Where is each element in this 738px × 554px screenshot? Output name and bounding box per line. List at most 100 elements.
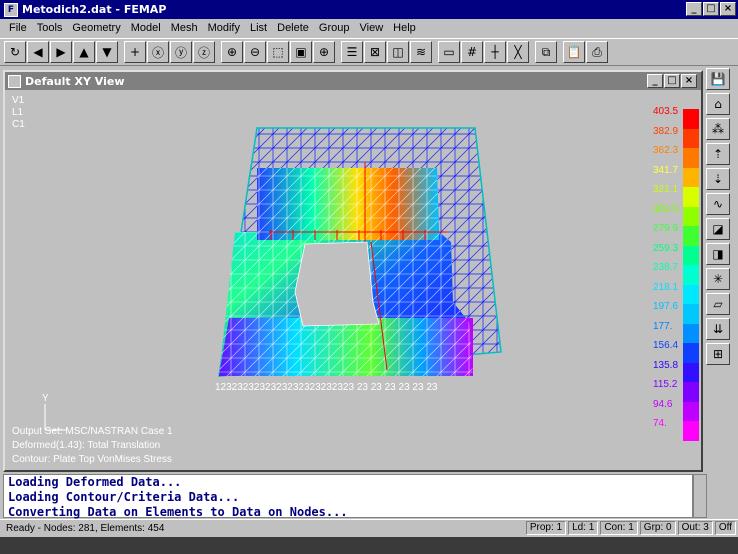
menu-view[interactable]: View — [355, 22, 389, 34]
mesh-icon[interactable]: ⁂ — [706, 118, 730, 140]
status-con[interactable]: Con: 1 — [600, 521, 638, 535]
box3d-icon[interactable]: ◨ — [706, 243, 730, 265]
legend-value: 362.3 — [653, 145, 679, 156]
hole-cutout — [294, 241, 380, 327]
view-window-controls: _ □ × — [646, 74, 697, 88]
status-load[interactable]: Ld: 1 — [568, 521, 599, 535]
cross-icon[interactable]: ┼ — [484, 41, 506, 63]
menu-modify[interactable]: Modify — [203, 22, 245, 34]
info-contour: Contour: Plate Top VonMises Stress — [12, 454, 172, 465]
status-off[interactable]: Off — [714, 521, 736, 535]
legend-swatch — [683, 167, 699, 187]
main-toolbar: ↻ ◀ ▶ ▲ ▼ + ⓧ ⓨ ⓩ ⊕ ⊖ ⬚ ▣ ⊕ ☰ ⊠ ◫ ≋ ▭ # … — [0, 38, 738, 66]
copy-icon[interactable]: ⧉ — [535, 41, 557, 63]
merge-icon[interactable]: ⇊ — [706, 318, 730, 340]
menu-group[interactable]: Group — [314, 22, 355, 34]
femap-icon[interactable]: F — [4, 2, 18, 17]
legend-swatch — [683, 265, 699, 285]
list-icon[interactable]: ☰ — [341, 41, 363, 63]
legend-value: 177. — [653, 320, 673, 332]
menu-file[interactable]: File — [4, 22, 32, 34]
view-close-button[interactable]: × — [681, 74, 697, 88]
menu-mesh[interactable]: Mesh — [166, 22, 203, 34]
grid-box-icon[interactable]: ⊠ — [364, 41, 386, 63]
status-out[interactable]: Out: 3 — [677, 521, 713, 535]
plane-icon[interactable]: ⏥ — [706, 293, 730, 315]
solid-icon[interactable]: ◪ — [706, 218, 730, 240]
x-icon[interactable]: ╳ — [507, 41, 529, 63]
info-deformed: Deformed(1.43): Total Translation — [12, 440, 161, 451]
legend-swatch — [683, 401, 699, 421]
print-icon[interactable]: ⎙ — [586, 41, 608, 63]
view-window-title-bar: Default XY View _ □ × — [5, 72, 701, 90]
view-icon[interactable] — [8, 74, 21, 88]
layers-icon[interactable]: ≋ — [410, 41, 432, 63]
arrow-left-icon[interactable]: ◀ — [27, 41, 49, 63]
fit-icon[interactable]: ▣ — [290, 41, 312, 63]
legend-value: 403.5 — [653, 106, 679, 117]
minimize-button[interactable]: _ — [686, 2, 702, 16]
legend-swatch — [683, 362, 699, 382]
rotate-y-icon[interactable]: ⓨ — [170, 41, 192, 63]
menu-model[interactable]: Model — [126, 22, 166, 34]
menu-tools[interactable]: Tools — [32, 22, 68, 34]
graphics-viewport[interactable]: V1 L1 C1 Y 1232323232323232323232323 23 … — [7, 92, 701, 470]
clipboard-icon[interactable]: 📋 — [563, 41, 585, 63]
legend-value: 382.9 — [653, 125, 679, 137]
femap-app: F Metodich2.dat - FEMAP _ □ × File Tools… — [0, 0, 738, 554]
view-window: Default XY View _ □ × V1 L1 C1 Y 1232323… — [3, 70, 703, 472]
explode-icon[interactable]: ✳ — [706, 268, 730, 290]
grid-icon[interactable]: # — [461, 41, 483, 63]
y-axis-label: Y — [42, 393, 49, 404]
legend-swatch — [683, 284, 699, 304]
right-toolbar: 💾 ⌂ ⁂ ⇡ ⇣ ∿ ◪ ◨ ✳ ⏥ ⇊ ⊞ — [706, 68, 734, 368]
rotate-x-icon[interactable]: ⓧ — [147, 41, 169, 63]
view-minimize-button[interactable]: _ — [647, 74, 663, 88]
legend-value: 341.7 — [653, 164, 679, 176]
legend-value: 321.1 — [653, 184, 679, 195]
legend-value: 156.4 — [653, 340, 679, 351]
zoom-in-icon[interactable]: ⊕ — [221, 41, 243, 63]
arrow-down-icon[interactable]: ▼ — [96, 41, 118, 63]
legend-value: 115.2 — [653, 379, 678, 390]
rotate-z-icon[interactable]: ⓩ — [193, 41, 215, 63]
legend-value: 238.7 — [653, 262, 679, 273]
zoom-out-icon[interactable]: ⊖ — [244, 41, 266, 63]
view-window-title: Default XY View — [25, 74, 125, 88]
save-icon[interactable]: 💾 — [706, 68, 730, 90]
legend-value: 218.1 — [653, 281, 679, 293]
arrow-right-icon[interactable]: ▶ — [50, 41, 72, 63]
legend-swatch — [683, 323, 699, 343]
node-up-icon[interactable]: ⇡ — [706, 143, 730, 165]
arrow-up-icon[interactable]: ▲ — [73, 41, 95, 63]
center-icon[interactable]: ⊕ — [313, 41, 335, 63]
plus-icon[interactable]: + — [124, 41, 146, 63]
cube-icon[interactable]: ◫ — [387, 41, 409, 63]
status-grp[interactable]: Grp: 0 — [639, 521, 676, 535]
legend-swatch — [683, 421, 699, 441]
legend-swatch — [683, 206, 699, 226]
fe-model-plot[interactable]: Y 1232323232323232323232323 23 23 23 23 … — [7, 92, 701, 470]
desktop-strip — [0, 537, 738, 554]
menu-help[interactable]: Help — [388, 22, 421, 34]
message-line: Loading Contour/Criteria Data... — [8, 490, 240, 504]
legend-swatch — [683, 304, 699, 324]
menu-delete[interactable]: Delete — [272, 22, 314, 34]
curve-icon[interactable]: ∿ — [706, 193, 730, 215]
menu-list[interactable]: List — [245, 22, 272, 34]
window-icon[interactable]: ▭ — [438, 41, 460, 63]
box-zoom-icon[interactable]: ⬚ — [267, 41, 289, 63]
maximize-button[interactable]: □ — [703, 2, 719, 16]
house-icon[interactable]: ⌂ — [706, 93, 730, 115]
panel-icon[interactable]: ⊞ — [706, 343, 730, 365]
node-down-icon[interactable]: ⇣ — [706, 168, 730, 190]
message-scrollbar[interactable] — [693, 474, 707, 518]
menu-bar: File Tools Geometry Model Mesh Modify Li… — [0, 19, 738, 37]
node-labels: 1232323232323232323232323 23 23 23 23 23… — [215, 382, 438, 393]
circle-arrow-icon[interactable]: ↻ — [4, 41, 26, 63]
status-prop[interactable]: Prop: 1 — [525, 521, 567, 535]
message-line: Converting Data on Elements to Data on N… — [8, 505, 348, 519]
menu-geometry[interactable]: Geometry — [67, 22, 125, 34]
view-maximize-button[interactable]: □ — [664, 74, 680, 88]
close-button[interactable]: × — [720, 2, 736, 16]
